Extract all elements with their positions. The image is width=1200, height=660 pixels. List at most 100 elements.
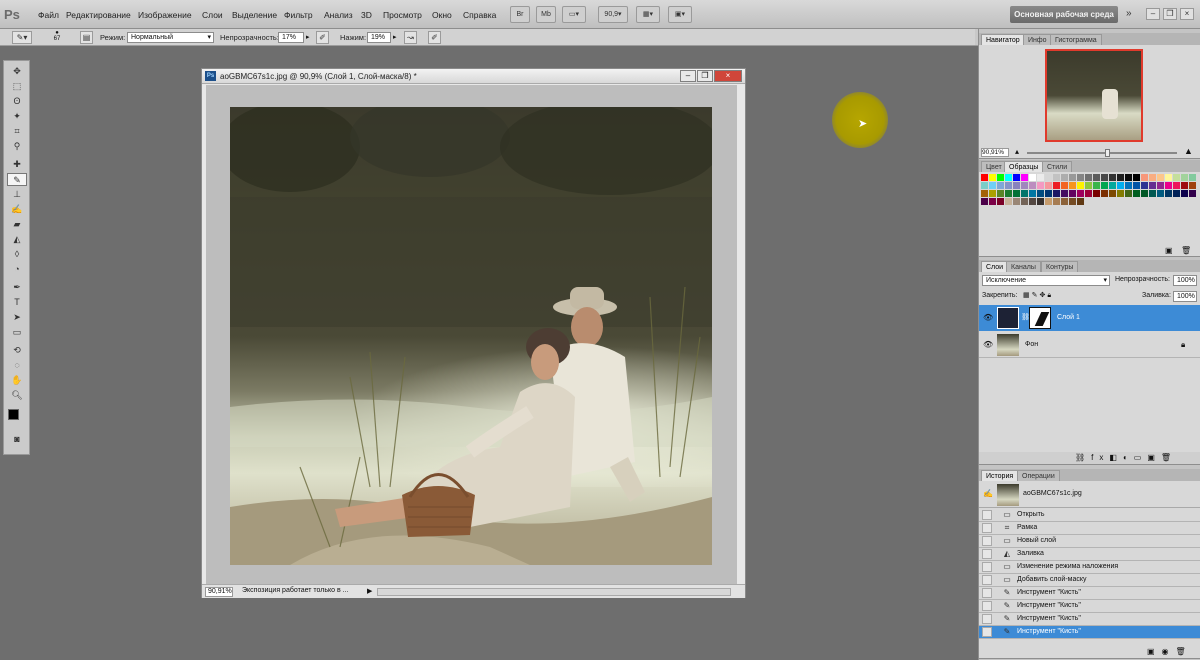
color-swatch[interactable]	[1181, 190, 1188, 197]
history-item[interactable]: ✎ Инструмент "Кисть"	[979, 600, 1200, 613]
3d-rotate-tool-icon[interactable]: ⟲	[7, 344, 27, 357]
color-swatch[interactable]	[1037, 182, 1044, 189]
color-swatch[interactable]	[1021, 174, 1028, 181]
color-swatch[interactable]	[1165, 174, 1172, 181]
history-item[interactable]: ✎ Инструмент "Кисть"	[979, 613, 1200, 626]
color-swatch[interactable]	[997, 198, 1004, 205]
history-item[interactable]: ▭ Изменение режима наложения	[979, 561, 1200, 574]
brush-size-picker[interactable]: ● 67	[50, 30, 64, 45]
zoom-level-dropdown[interactable]: 90,9▾	[598, 6, 628, 23]
close-button[interactable]: ×	[1180, 8, 1194, 20]
brush-preset-icon[interactable]: ✎▾	[12, 31, 32, 44]
menu-help[interactable]: Справка	[463, 10, 496, 20]
color-swatch[interactable]	[997, 182, 1004, 189]
color-swatch[interactable]	[989, 190, 996, 197]
color-swatch[interactable]	[1133, 190, 1140, 197]
tab-history[interactable]: История	[981, 470, 1019, 481]
clone-stamp-tool-icon[interactable]: ⊥	[7, 188, 27, 201]
color-swatch[interactable]	[1077, 174, 1084, 181]
color-swatch[interactable]	[1149, 182, 1156, 189]
history-source-checkbox[interactable]	[982, 549, 992, 559]
color-swatch[interactable]	[1109, 174, 1116, 181]
color-swatch[interactable]	[989, 198, 996, 205]
tab-navigator[interactable]: Навигатор	[981, 34, 1025, 45]
menu-layers[interactable]: Слои	[202, 10, 223, 20]
color-swatch[interactable]	[1125, 182, 1132, 189]
color-swatch[interactable]	[1093, 182, 1100, 189]
color-swatch[interactable]	[1189, 174, 1196, 181]
color-swatch[interactable]	[1141, 182, 1148, 189]
menu-select[interactable]: Выделение	[232, 10, 277, 20]
color-swatch[interactable]	[1117, 190, 1124, 197]
color-swatch[interactable]	[1029, 174, 1036, 181]
delete-swatch-icon[interactable]: 🗑︎	[1181, 246, 1191, 255]
eyedropper-tool-icon[interactable]: ⚲	[7, 140, 27, 153]
color-swatch[interactable]	[1117, 182, 1124, 189]
pen-tool-icon[interactable]: ✒	[7, 281, 27, 294]
menu-window[interactable]: Окно	[432, 10, 452, 20]
3d-orbit-tool-icon[interactable]: ◌	[7, 359, 27, 372]
layer-mask-thumbnail[interactable]	[1029, 307, 1051, 329]
color-swatch[interactable]	[1077, 198, 1084, 205]
color-swatch[interactable]	[1093, 174, 1100, 181]
new-swatch-icon[interactable]: ▣	[1165, 246, 1173, 255]
history-source-checkbox[interactable]	[982, 575, 992, 585]
color-swatch[interactable]	[1101, 190, 1108, 197]
opacity-input[interactable]: 17%	[278, 32, 304, 43]
color-swatch[interactable]	[1109, 190, 1116, 197]
color-swatch[interactable]	[989, 174, 996, 181]
color-swatch[interactable]	[1085, 190, 1092, 197]
tab-swatches[interactable]: Образцы	[1004, 161, 1044, 172]
color-swatch[interactable]	[1117, 174, 1124, 181]
layer-row-layer1[interactable]: 👁︎ ⛓︎ Слой 1	[979, 305, 1200, 331]
layer-visibility-icon[interactable]: 👁︎	[983, 340, 993, 349]
history-item[interactable]: ▭ Новый слой	[979, 535, 1200, 548]
color-swatch[interactable]	[1045, 190, 1052, 197]
history-source-checkbox[interactable]	[982, 614, 992, 624]
opacity-dropdown-icon[interactable]: ▸	[306, 33, 310, 41]
history-brush-tool-icon[interactable]: ✍	[7, 203, 27, 216]
color-swatch[interactable]	[1165, 182, 1172, 189]
color-swatch[interactable]	[1173, 182, 1180, 189]
hand-tool-icon[interactable]: ✋	[7, 374, 27, 387]
brush-tool-icon[interactable]: ✎	[7, 173, 27, 186]
horizontal-scrollbar[interactable]	[377, 588, 731, 596]
color-swatch[interactable]	[1045, 182, 1052, 189]
color-swatch[interactable]	[1141, 174, 1148, 181]
color-swatch[interactable]	[1181, 174, 1188, 181]
bridge-button[interactable]: Br	[510, 6, 530, 23]
color-swatch[interactable]	[1069, 190, 1076, 197]
history-source-checkbox[interactable]	[982, 588, 992, 598]
color-swatch[interactable]	[1005, 174, 1012, 181]
color-swatch[interactable]	[1061, 198, 1068, 205]
layer-visibility-icon[interactable]: 👁︎	[983, 313, 993, 322]
brush-panel-icon[interactable]: ▤	[80, 31, 93, 44]
zoom-tool-icon[interactable]: 🔍︎	[7, 389, 27, 402]
pressure-input[interactable]: 19%	[367, 32, 391, 43]
color-swatch[interactable]	[1069, 182, 1076, 189]
tab-layers[interactable]: Слои	[981, 261, 1009, 272]
color-swatch[interactable]	[1077, 182, 1084, 189]
color-swatch[interactable]	[1133, 174, 1140, 181]
color-swatch[interactable]	[1029, 198, 1036, 205]
blur-tool-icon[interactable]: ◊	[7, 248, 27, 261]
color-swatch[interactable]	[997, 174, 1004, 181]
zoom-in-icon[interactable]: ▲	[1184, 146, 1193, 156]
menu-analysis[interactable]: Анализ	[324, 10, 353, 20]
restore-button[interactable]: ❐	[1163, 8, 1177, 20]
marquee-tool-icon[interactable]: ⬚	[7, 80, 27, 93]
color-swatch[interactable]	[1173, 190, 1180, 197]
history-source-checkbox[interactable]	[982, 601, 992, 611]
color-swatch[interactable]	[1037, 174, 1044, 181]
color-swatch[interactable]	[1053, 198, 1060, 205]
canvas-area[interactable]	[206, 85, 737, 584]
color-swatch[interactable]	[981, 182, 988, 189]
gradient-tool-icon[interactable]: ◭	[7, 233, 27, 246]
color-swatch[interactable]	[1061, 182, 1068, 189]
color-swatch[interactable]	[1149, 174, 1156, 181]
menu-filter[interactable]: Фильтр	[284, 10, 313, 20]
menu-image[interactable]: Изображение	[138, 10, 192, 20]
eraser-tool-icon[interactable]: ▰	[7, 218, 27, 231]
history-item[interactable]: ⌗ Рамка	[979, 522, 1200, 535]
zoom-slider[interactable]	[1027, 152, 1177, 154]
